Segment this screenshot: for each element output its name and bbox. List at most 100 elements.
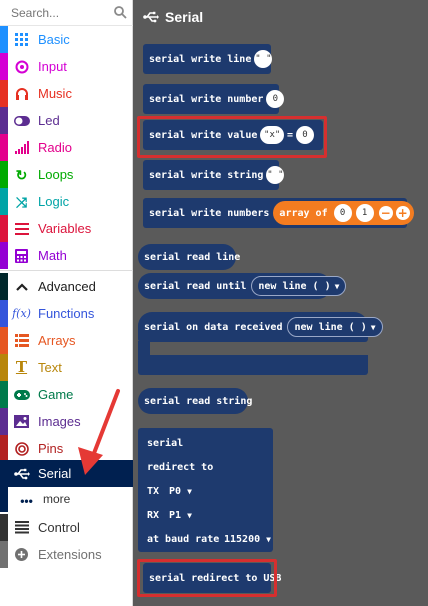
rx-label: RX bbox=[147, 510, 160, 521]
text-t-icon: T bbox=[15, 358, 28, 376]
category-color-bar bbox=[0, 215, 8, 242]
category-extensions[interactable]: Extensions bbox=[0, 541, 133, 568]
category-radio[interactable]: Radio bbox=[0, 134, 133, 161]
serial-read-line-block[interactable]: serial read line bbox=[138, 244, 240, 270]
dropdown-value: new line ( ) bbox=[258, 280, 331, 292]
dropdown-value: 115200 bbox=[224, 534, 261, 545]
string-input[interactable]: " " bbox=[266, 166, 285, 184]
search-icon[interactable] bbox=[114, 6, 127, 19]
shuffle-icon: ⤨ bbox=[15, 193, 28, 210]
serial-read-string-block[interactable]: serial read string bbox=[138, 388, 252, 414]
minus-icon[interactable]: − bbox=[378, 206, 393, 220]
category-color-bar bbox=[0, 541, 8, 568]
category-functions[interactable]: f(x) Functions bbox=[0, 300, 133, 327]
block-label: redirect to bbox=[147, 462, 214, 473]
number-input[interactable]: 0 bbox=[266, 90, 285, 108]
category-text[interactable]: T Text bbox=[0, 354, 133, 381]
string-input[interactable]: " " bbox=[254, 50, 273, 68]
event-block-body bbox=[138, 341, 150, 356]
separator bbox=[0, 270, 133, 271]
pin-target-icon bbox=[13, 440, 30, 457]
category-color-bar bbox=[0, 26, 8, 53]
category-label: Logic bbox=[38, 194, 70, 209]
category-label: more bbox=[43, 492, 71, 506]
caret-down-icon: ▼ bbox=[187, 487, 192, 496]
control-lines-icon bbox=[13, 519, 30, 536]
block-label: serial read line bbox=[144, 251, 241, 263]
number-input[interactable]: 1 bbox=[355, 204, 374, 222]
category-color-bar bbox=[0, 161, 8, 188]
serial-write-numbers-block[interactable]: serial write numbers array of 0 1 − + bbox=[143, 198, 414, 228]
category-variables[interactable]: Variables bbox=[0, 215, 133, 242]
category-basic[interactable]: Basic bbox=[0, 26, 133, 53]
serial-read-until-block[interactable]: serial read until new line ( ) ▼ bbox=[138, 273, 347, 299]
category-input[interactable]: Input bbox=[0, 53, 133, 80]
category-serial-more[interactable]: ••• more bbox=[0, 487, 133, 512]
category-label: Extensions bbox=[38, 547, 102, 562]
toggle-icon bbox=[13, 112, 30, 129]
signal-bars-icon bbox=[13, 139, 30, 156]
caret-down-icon: ▼ bbox=[370, 322, 376, 332]
category-label: Advanced bbox=[38, 279, 96, 294]
category-color-bar bbox=[0, 354, 8, 381]
number-input[interactable]: 0 bbox=[333, 204, 352, 222]
category-color-bar bbox=[0, 80, 8, 107]
rx-dropdown[interactable]: P1 ▼ bbox=[169, 510, 192, 521]
block-flyout: Serial serial write line " " serial writ… bbox=[133, 0, 428, 606]
function-icon: f(x) bbox=[12, 307, 31, 320]
baud-dropdown[interactable]: 115200 ▼ bbox=[224, 534, 271, 545]
category-loops[interactable]: ↻ Loops bbox=[0, 161, 133, 188]
category-label: Math bbox=[38, 248, 67, 263]
array-of-block[interactable]: array of 0 1 − + bbox=[273, 201, 414, 225]
plus-circle-icon bbox=[13, 546, 30, 563]
serial-write-number-block[interactable]: serial write number 0 bbox=[143, 84, 285, 114]
serial-redirect-block[interactable]: serial redirect to TX P0 ▼ RX P1 ▼ at ba… bbox=[138, 428, 273, 552]
category-label: Basic bbox=[38, 32, 70, 47]
category-color-bar bbox=[0, 487, 8, 512]
category-logic[interactable]: ⤨ Logic bbox=[0, 188, 133, 215]
category-advanced[interactable]: Advanced bbox=[0, 273, 133, 300]
dropdown-value: P0 bbox=[169, 486, 182, 497]
category-color-bar bbox=[0, 435, 8, 462]
category-control[interactable]: Control bbox=[0, 514, 133, 541]
array-label: array of bbox=[279, 207, 328, 219]
dropdown-value: P1 bbox=[169, 510, 182, 521]
highlight-box bbox=[137, 116, 327, 158]
usb-icon bbox=[13, 465, 30, 482]
block-label: serial write numbers bbox=[149, 207, 270, 219]
category-label: Arrays bbox=[38, 333, 76, 348]
tx-label: TX bbox=[147, 486, 160, 497]
category-label: Pins bbox=[38, 441, 64, 456]
category-color-bar bbox=[0, 273, 8, 300]
category-arrays[interactable]: Arrays bbox=[0, 327, 133, 354]
highlight-box bbox=[137, 559, 277, 597]
category-music[interactable]: Music bbox=[0, 80, 133, 107]
search-box[interactable]: Search... bbox=[0, 0, 133, 26]
category-label: Serial bbox=[38, 466, 72, 481]
category-label: Led bbox=[38, 113, 60, 128]
block-label: serial on data received bbox=[144, 321, 283, 333]
plus-icon[interactable]: + bbox=[395, 206, 410, 220]
category-math[interactable]: Math bbox=[0, 242, 133, 269]
category-led[interactable]: Led bbox=[0, 107, 133, 134]
calculator-icon bbox=[13, 247, 30, 264]
serial-write-string-block[interactable]: serial write string " " bbox=[143, 160, 285, 190]
serial-write-line-block[interactable]: serial write line " " bbox=[143, 44, 273, 74]
category-color-bar bbox=[0, 188, 8, 215]
dots-icon: ••• bbox=[20, 493, 33, 508]
flyout-title: Serial bbox=[143, 9, 203, 25]
serial-on-data-received-block[interactable]: serial on data received new line ( ) ▼ bbox=[138, 312, 383, 342]
category-color-bar bbox=[0, 381, 8, 408]
event-block-footer bbox=[138, 355, 368, 375]
tx-dropdown[interactable]: P0 ▼ bbox=[169, 486, 192, 497]
block-label: serial read until bbox=[144, 280, 247, 292]
delimiter-dropdown[interactable]: new line ( ) ▼ bbox=[287, 317, 383, 337]
block-label: serial write line bbox=[149, 53, 252, 65]
loop-arrow-icon: ↻ bbox=[15, 166, 28, 183]
category-label: Functions bbox=[38, 306, 95, 321]
category-label: Control bbox=[38, 520, 80, 535]
chevron-up-icon bbox=[13, 278, 30, 295]
category-color-bar bbox=[0, 327, 8, 354]
category-label: Loops bbox=[38, 167, 74, 182]
delimiter-dropdown[interactable]: new line ( ) ▼ bbox=[251, 276, 347, 296]
